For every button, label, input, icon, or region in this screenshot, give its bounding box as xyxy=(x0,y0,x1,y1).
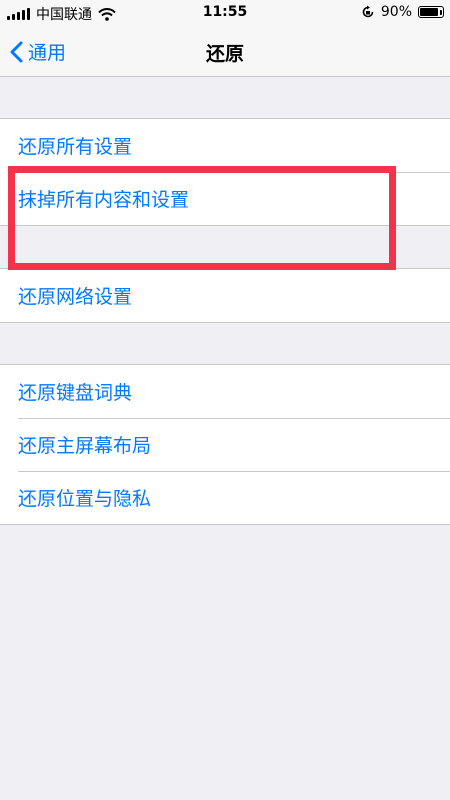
reset-location-privacy-button[interactable]: 还原位置与隐私 xyxy=(0,471,450,524)
orientation-lock-icon xyxy=(362,5,374,18)
status-bar: 中国联通 11:55 90% xyxy=(0,0,450,26)
settings-group-2: 还原网络设置 xyxy=(0,268,450,323)
reset-home-screen-layout-button[interactable]: 还原主屏幕布局 xyxy=(0,418,450,471)
battery-icon xyxy=(418,6,444,18)
battery-percent: 90% xyxy=(380,4,412,20)
settings-group-1: 还原所有设置 抹掉所有内容和设置 xyxy=(0,118,450,226)
reset-all-settings-button[interactable]: 还原所有设置 xyxy=(0,119,450,172)
status-right: 90% xyxy=(361,4,444,20)
reset-keyboard-dictionary-button[interactable]: 还原键盘词典 xyxy=(0,365,450,418)
navigation-bar: 通用 还原 xyxy=(0,26,450,77)
reset-network-settings-button[interactable]: 还原网络设置 xyxy=(0,269,450,322)
erase-all-content-button[interactable]: 抹掉所有内容和设置 xyxy=(0,172,450,225)
page-title: 还原 xyxy=(205,43,244,65)
chevron-left-icon xyxy=(10,41,23,62)
back-label: 通用 xyxy=(28,42,67,64)
back-button[interactable]: 通用 xyxy=(10,38,66,65)
settings-group-3: 还原键盘词典 还原主屏幕布局 还原位置与隐私 xyxy=(0,364,450,525)
